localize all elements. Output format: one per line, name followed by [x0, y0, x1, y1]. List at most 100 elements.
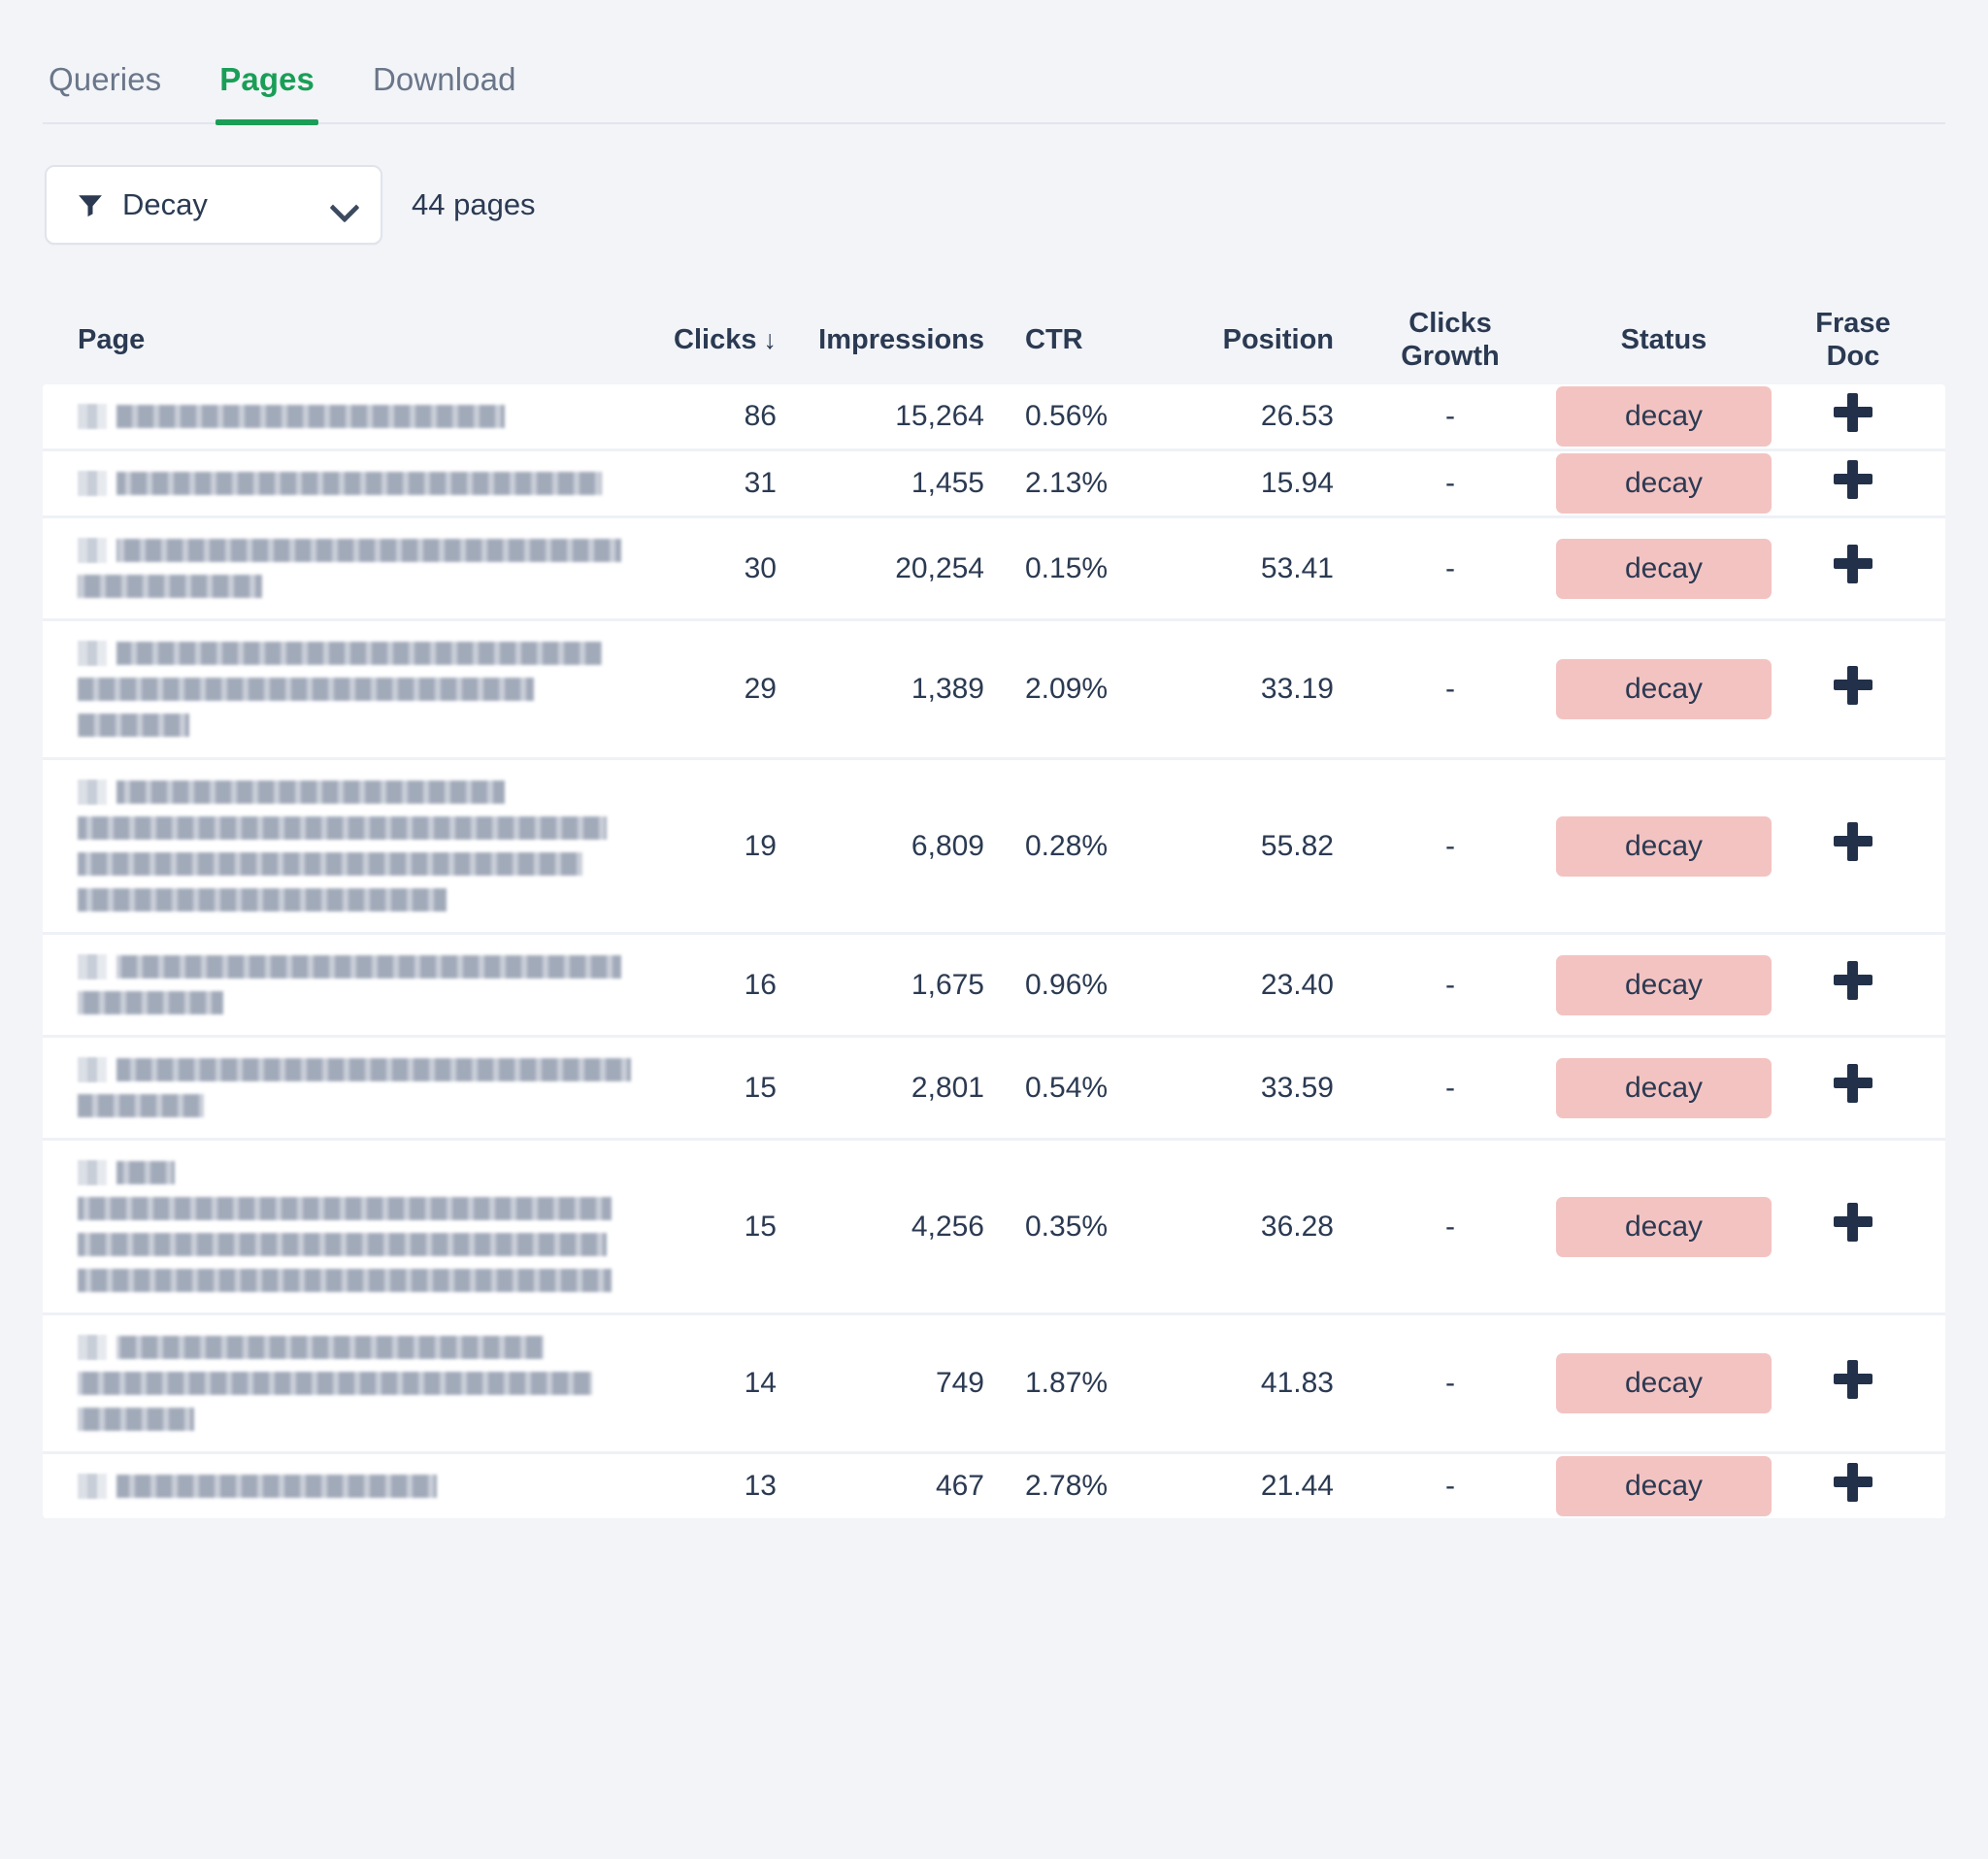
redacted-text	[78, 1233, 607, 1256]
add-icon[interactable]	[1834, 961, 1872, 1000]
column-header-clicks[interactable]: Clicks↓	[645, 323, 800, 356]
cell-impressions: 6,809	[800, 829, 1004, 864]
table-row[interactable]: 291,3892.09%33.19-decay	[43, 621, 1945, 760]
page-url-cell[interactable]	[62, 451, 645, 515]
status-badge[interactable]: decay	[1556, 1197, 1772, 1257]
column-header-status[interactable]: Status	[1547, 323, 1780, 356]
tab-queries[interactable]: Queries	[45, 63, 165, 122]
cell-clicks: 15	[645, 1210, 800, 1245]
cell-ctr: 2.13%	[1004, 466, 1169, 501]
add-icon[interactable]	[1834, 1203, 1872, 1242]
page-url-cell[interactable]	[62, 1141, 645, 1312]
column-header-position[interactable]: Position	[1169, 323, 1353, 356]
redacted-text	[78, 816, 607, 840]
page-url-cell[interactable]	[62, 935, 645, 1035]
cell-clicks: 13	[645, 1469, 800, 1504]
add-icon[interactable]	[1834, 545, 1872, 583]
column-header-frase-doc-line2: Doc	[1780, 340, 1926, 373]
cell-status: decay	[1547, 1197, 1780, 1257]
add-icon[interactable]	[1834, 1064, 1872, 1103]
favicon-icon	[78, 538, 107, 563]
column-header-clicks-growth[interactable]: Clicks Growth	[1353, 307, 1547, 373]
redacted-text-line	[78, 1196, 645, 1221]
page-url-cell[interactable]	[62, 384, 645, 448]
redacted-text-line	[78, 1232, 645, 1257]
favicon-icon	[78, 954, 107, 979]
table-header-row: Page Clicks↓ Impressions CTR Position Cl…	[43, 295, 1945, 384]
redacted-text	[116, 780, 505, 804]
filter-bar: Decay 44 pages	[43, 124, 1945, 245]
cell-position: 41.83	[1169, 1366, 1353, 1401]
redacted-text	[116, 472, 602, 495]
redacted-text	[78, 575, 262, 598]
table-row[interactable]: 147491.87%41.83-decay	[43, 1315, 1945, 1454]
status-badge[interactable]: decay	[1556, 1353, 1772, 1413]
tab-bar: Queries Pages Download	[43, 0, 1945, 124]
status-badge[interactable]: decay	[1556, 659, 1772, 719]
redacted-text	[116, 539, 621, 562]
redacted-text-line	[78, 713, 645, 738]
page-url-cell[interactable]	[62, 518, 645, 618]
column-header-ctr[interactable]: CTR	[1004, 323, 1169, 356]
cell-frase-doc	[1780, 961, 1926, 1009]
cell-ctr: 0.35%	[1004, 1210, 1169, 1245]
table-row[interactable]: 134672.78%21.44-decay	[43, 1454, 1945, 1518]
redacted-text	[116, 1336, 544, 1359]
add-icon[interactable]	[1834, 1360, 1872, 1399]
cell-ctr: 0.15%	[1004, 551, 1169, 586]
pages-screen: Queries Pages Download Decay 44 pages Pa…	[0, 0, 1988, 1859]
cell-frase-doc	[1780, 822, 1926, 870]
tab-download[interactable]: Download	[369, 63, 520, 122]
column-header-clicks-growth-line1: Clicks	[1353, 307, 1547, 340]
favicon-icon	[78, 641, 107, 666]
cell-clicks: 30	[645, 551, 800, 586]
cell-ctr: 0.56%	[1004, 399, 1169, 434]
favicon-icon	[78, 1335, 107, 1360]
status-badge[interactable]: decay	[1556, 539, 1772, 599]
sort-descending-icon: ↓	[764, 325, 778, 356]
status-badge[interactable]: decay	[1556, 816, 1772, 877]
redacted-text-line	[78, 574, 645, 599]
status-badge[interactable]: decay	[1556, 386, 1772, 447]
cell-impressions: 1,389	[800, 672, 1004, 707]
add-icon[interactable]	[1834, 393, 1872, 432]
page-url-cell[interactable]	[62, 1315, 645, 1451]
cell-impressions: 20,254	[800, 551, 1004, 586]
redacted-text-line	[78, 990, 645, 1015]
table-row[interactable]: 154,2560.35%36.28-decay	[43, 1141, 1945, 1315]
favicon-icon	[78, 471, 107, 496]
cell-impressions: 15,264	[800, 399, 1004, 434]
page-url-cell[interactable]	[62, 621, 645, 757]
redacted-text-line	[78, 815, 645, 841]
page-url-cell[interactable]	[62, 1454, 645, 1518]
add-icon[interactable]	[1834, 460, 1872, 499]
column-header-frase-doc[interactable]: Frase Doc	[1780, 307, 1926, 373]
status-badge[interactable]: decay	[1556, 453, 1772, 514]
redacted-text-line	[78, 1474, 645, 1499]
table-row[interactable]: 152,8010.54%33.59-decay	[43, 1038, 1945, 1141]
column-header-page[interactable]: Page	[62, 323, 645, 356]
tab-pages[interactable]: Pages	[215, 63, 318, 122]
page-url-cell[interactable]	[62, 1038, 645, 1138]
status-badge[interactable]: decay	[1556, 955, 1772, 1015]
favicon-icon	[78, 404, 107, 429]
add-icon[interactable]	[1834, 666, 1872, 705]
add-icon[interactable]	[1834, 822, 1872, 861]
cell-position: 26.53	[1169, 399, 1353, 434]
add-icon[interactable]	[1834, 1463, 1872, 1502]
redacted-text-line	[78, 1160, 645, 1185]
redacted-text	[78, 678, 534, 701]
redacted-text	[116, 1058, 631, 1081]
table-row[interactable]: 8615,2640.56%26.53-decay	[43, 384, 1945, 451]
tab-queries-label: Queries	[49, 61, 161, 97]
table-row[interactable]: 3020,2540.15%53.41-decay	[43, 518, 1945, 621]
column-header-frase-doc-line1: Frase	[1780, 307, 1926, 340]
page-url-cell[interactable]	[62, 760, 645, 932]
status-badge[interactable]: decay	[1556, 1058, 1772, 1118]
table-row[interactable]: 161,6750.96%23.40-decay	[43, 935, 1945, 1038]
status-badge[interactable]: decay	[1556, 1456, 1772, 1516]
table-row[interactable]: 311,4552.13%15.94-decay	[43, 451, 1945, 518]
column-header-impressions[interactable]: Impressions	[800, 323, 1004, 356]
decay-filter-select[interactable]: Decay	[45, 165, 382, 245]
table-row[interactable]: 196,8090.28%55.82-decay	[43, 760, 1945, 935]
